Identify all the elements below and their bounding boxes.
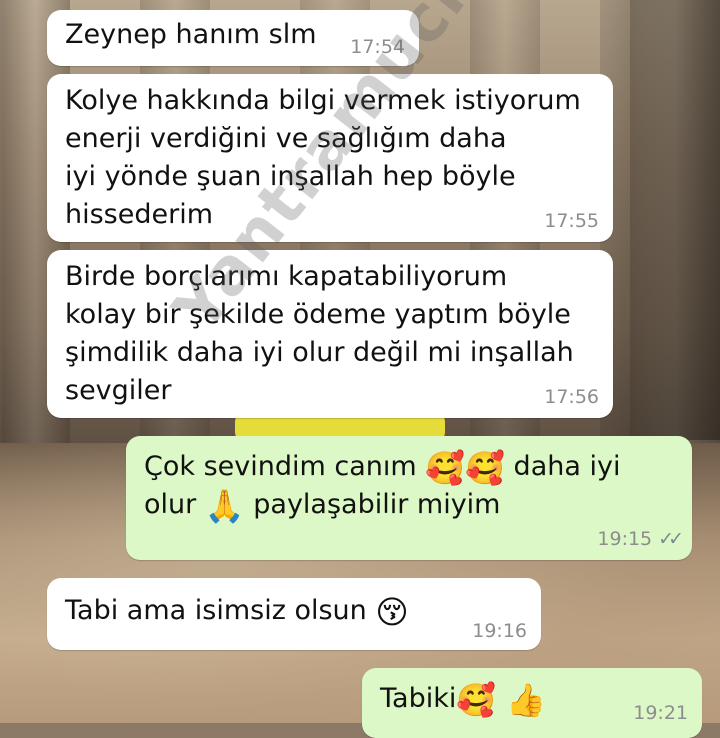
message-text-part: Tabi ama isimsiz olsun xyxy=(65,595,376,626)
message-timestamp: 17:55 xyxy=(544,210,599,232)
kissing-face-emoji: 😚 xyxy=(375,593,409,631)
double-check-icon: ✓✓ xyxy=(658,528,684,550)
message-timestamp: 19:21 xyxy=(633,702,688,724)
message-timestamp: 19:15 xyxy=(597,528,653,550)
message-timestamp: 19:16 xyxy=(472,620,527,642)
incoming-message-bubble[interactable]: Kolye hakkında bilgi vermek istiyorum en… xyxy=(47,74,613,242)
message-text-part: daha iyi xyxy=(504,451,621,482)
message-text-part: olur xyxy=(144,489,205,520)
message-text: Çok sevindim canım 🥰🥰 daha iyi olur 🙏 pa… xyxy=(144,448,674,524)
message-text-part: Çok sevindim canım xyxy=(144,451,426,482)
chat-message-list[interactable]: Zeynep hanım slm 17:54 Kolye hakkında bi… xyxy=(0,0,720,738)
message-timestamp: 17:54 xyxy=(350,36,405,58)
message-text: Kolye hakkında bilgi vermek istiyorum en… xyxy=(65,85,581,230)
hearts-and-thumbs-up-emoji: 🥰 👍 xyxy=(456,681,547,719)
outgoing-message-bubble[interactable]: Çok sevindim canım 🥰🥰 daha iyi olur 🙏 pa… xyxy=(126,436,692,560)
incoming-message-bubble[interactable]: Tabi ama isimsiz olsun 😚 19:16 xyxy=(47,578,541,650)
incoming-message-bubble[interactable]: Birde borçlarımı kapatabiliyorum kolay b… xyxy=(47,250,613,418)
message-text-part: paylaşabilir miyim xyxy=(244,489,501,520)
folded-hands-emoji: 🙏 xyxy=(204,487,245,525)
incoming-message-bubble[interactable]: Zeynep hanım slm 17:54 xyxy=(47,10,419,66)
message-text: Birde borçlarımı kapatabiliyorum kolay b… xyxy=(65,261,574,406)
message-text: Tabi ama isimsiz olsun 😚 xyxy=(65,592,523,630)
outgoing-message-bubble[interactable]: Tabiki🥰 👍 19:21 xyxy=(362,668,702,738)
message-text-part: Tabiki xyxy=(380,683,457,714)
message-timestamp: 17:56 xyxy=(544,386,599,408)
message-timestamp-row: 19:15 ✓✓ xyxy=(597,528,684,550)
smiling-face-with-hearts-emoji: 🥰🥰 xyxy=(425,449,505,487)
